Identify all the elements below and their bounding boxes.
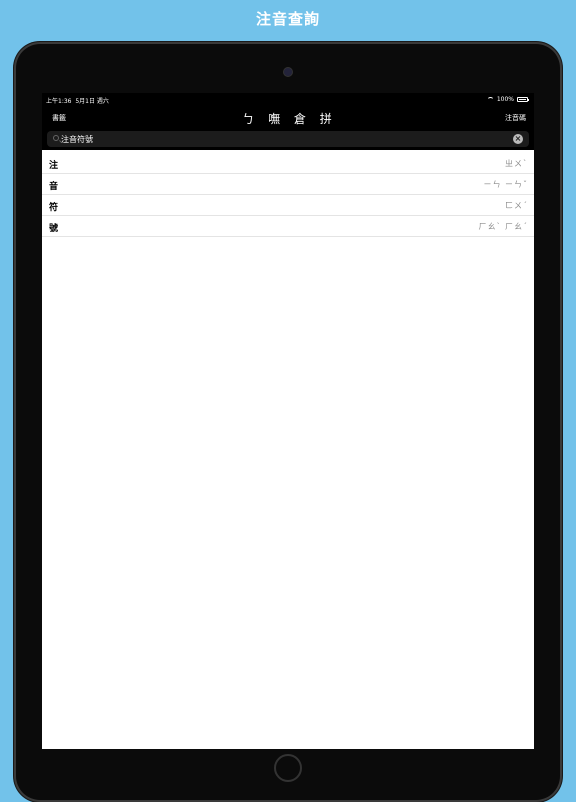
tab-cangjie[interactable]: 倉 <box>294 112 308 126</box>
character-label: 音 <box>49 182 59 192</box>
search-box: × <box>47 131 529 147</box>
results-list: 注 ㄓㄨˋ 音 ㄧㄣ ㄧㄣˇ 符 ㄈㄨˊ 號 ㄏㄠˋ ㄏㄠˊ <box>42 153 534 237</box>
battery-percent: 100% <box>496 96 514 103</box>
list-item[interactable]: 注 ㄓㄨˋ <box>42 153 534 174</box>
battery-icon <box>517 97 529 102</box>
zhuyin-code-button[interactable]: 注音碼 <box>505 113 526 123</box>
search-bar: × <box>42 128 534 150</box>
status-bar: 上午1:36 5月1日 週六 100% <box>42 93 534 106</box>
status-time-date: 上午1:36 5月1日 週六 <box>46 96 109 105</box>
tab-boshiamy[interactable]: 嘸 <box>268 112 282 126</box>
status-time: 上午1:36 <box>46 98 72 105</box>
zhuyin-label: ㄏㄠˋ ㄏㄠˊ <box>478 222 528 231</box>
zhuyin-label: ㄧㄣ ㄧㄣˇ <box>483 180 528 189</box>
app-screen: 上午1:36 5月1日 週六 100% 書籤 ㄅ 嘸 倉 拼 注音碼 × <box>42 93 534 749</box>
camera-icon <box>284 68 292 76</box>
status-right: 100% <box>486 96 529 103</box>
clear-icon[interactable]: × <box>513 134 523 144</box>
search-input[interactable] <box>61 132 501 146</box>
status-date: 5月1日 週六 <box>75 98 109 105</box>
tab-bopomofo[interactable]: ㄅ <box>242 112 256 126</box>
zhuyin-label: ㄈㄨˊ <box>505 201 528 210</box>
tab-pinyin[interactable]: 拼 <box>320 112 334 126</box>
search-icon <box>53 135 59 141</box>
list-item[interactable]: 音 ㄧㄣ ㄧㄣˇ <box>42 174 534 195</box>
character-label: 注 <box>49 161 59 171</box>
character-label: 符 <box>49 203 59 213</box>
list-item[interactable]: 符 ㄈㄨˊ <box>42 195 534 216</box>
mode-tabs: ㄅ 嘸 倉 拼 <box>42 110 534 127</box>
list-item[interactable]: 號 ㄏㄠˋ ㄏㄠˊ <box>42 216 534 237</box>
home-button[interactable] <box>274 754 302 782</box>
character-label: 號 <box>49 224 59 234</box>
device-frame: 上午1:36 5月1日 週六 100% 書籤 ㄅ 嘸 倉 拼 注音碼 × <box>14 42 562 802</box>
wifi-icon <box>486 97 494 102</box>
navigation-bar: 書籤 ㄅ 嘸 倉 拼 注音碼 <box>42 106 534 128</box>
zhuyin-label: ㄓㄨˋ <box>505 159 528 168</box>
banner-title: 注音查詢 <box>255 10 320 28</box>
